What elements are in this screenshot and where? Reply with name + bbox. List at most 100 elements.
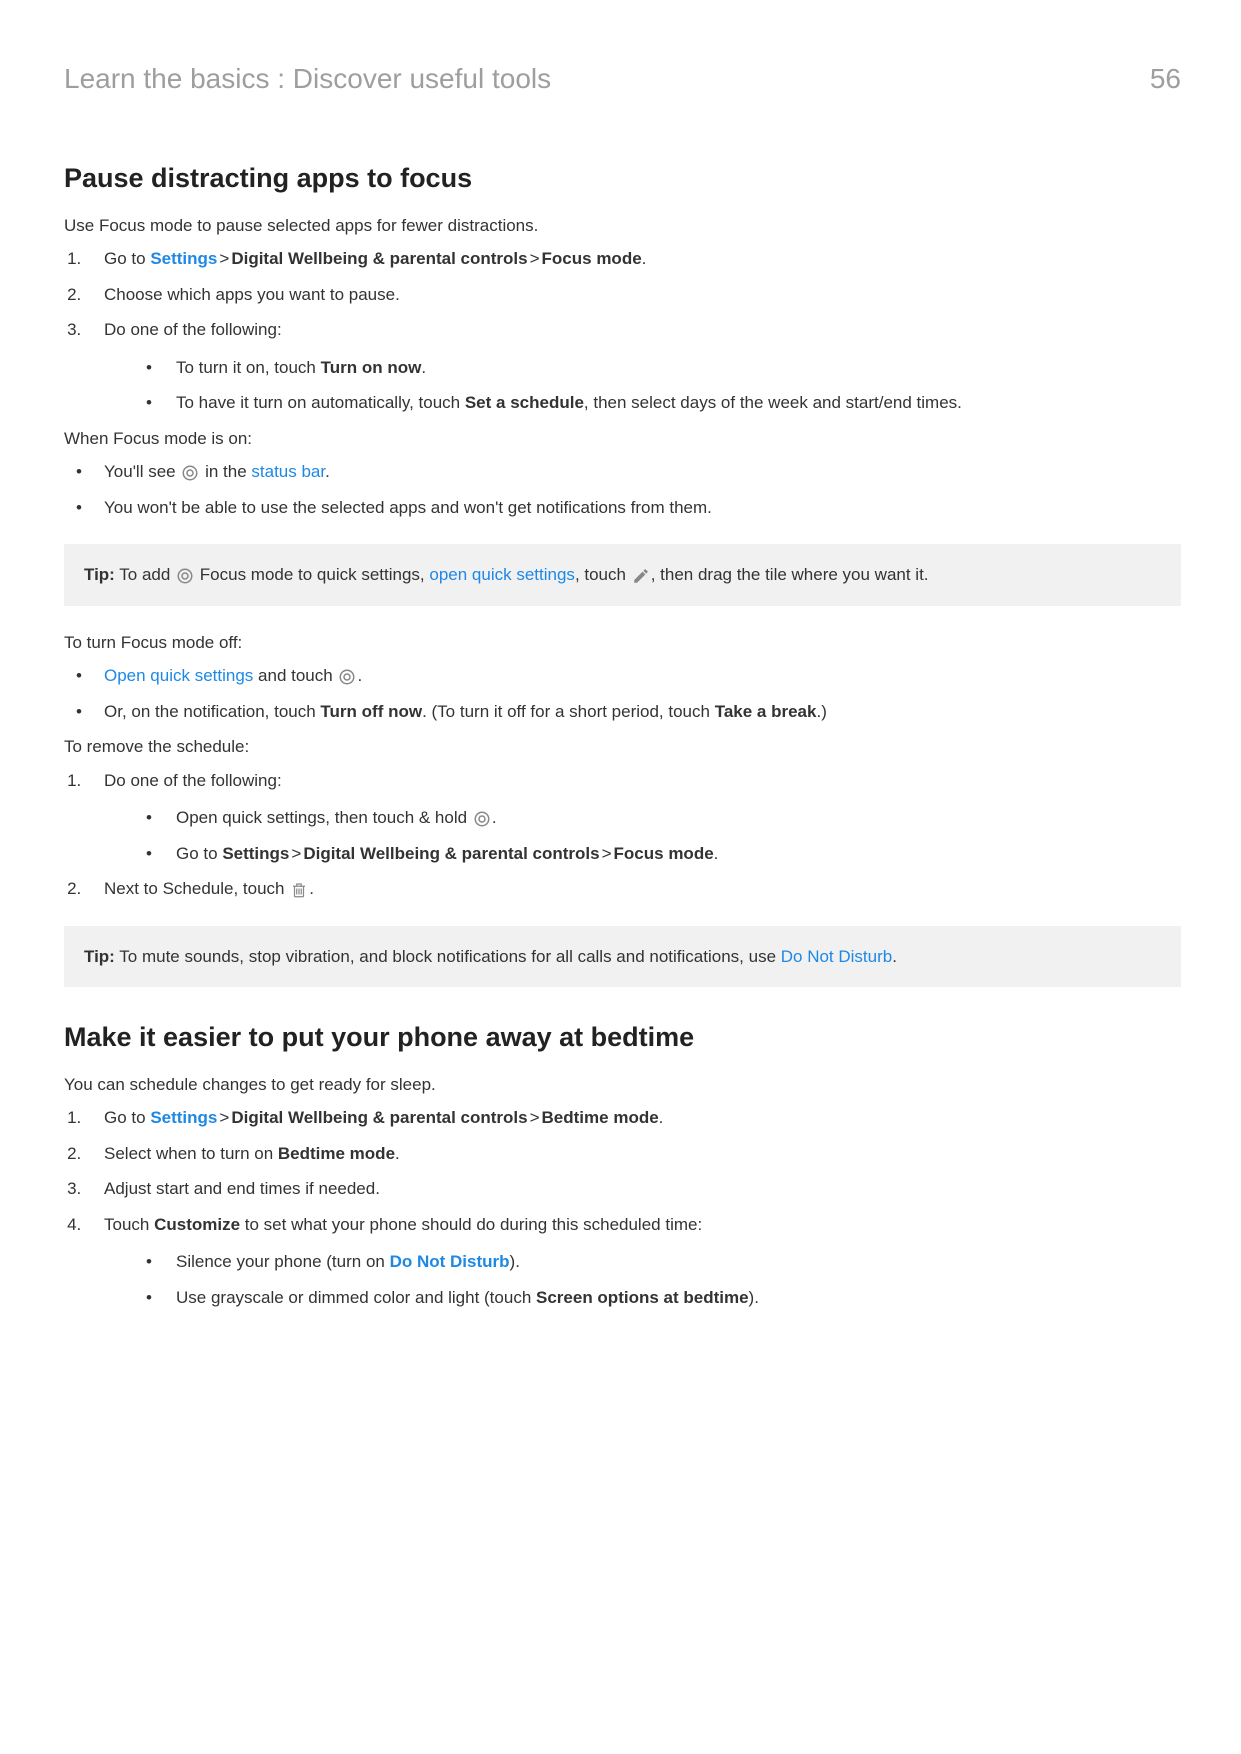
text: . [309, 879, 314, 898]
text: . (To turn it off for a short period, to… [422, 702, 715, 721]
text: , then select days of the week and start… [584, 393, 962, 412]
settings-link[interactable]: Settings [150, 1108, 217, 1127]
list-item: You'll see in the status bar. [64, 459, 1181, 485]
list-item: Go to Settings>Digital Wellbeing & paren… [124, 841, 1181, 867]
list-item: To turn it on, touch Turn on now. [124, 355, 1181, 381]
list-item: Adjust start and end times if needed. [86, 1176, 1181, 1202]
text: When Focus mode is on: [64, 426, 1181, 452]
text: . [492, 808, 497, 827]
chevron-right-text: > [600, 844, 614, 863]
section-title: Make it easier to put your phone away at… [64, 1017, 1181, 1058]
section-intro: Use Focus mode to pause selected apps fo… [64, 213, 1181, 239]
text: To add [115, 565, 175, 584]
text: in the [200, 462, 251, 481]
text-bold: Turn on now [321, 358, 422, 377]
section-title: Pause distracting apps to focus [64, 158, 1181, 199]
breadcrumb: Learn the basics : Discover useful tools [64, 58, 551, 100]
text-bold: Digital Wellbeing & parental controls [303, 844, 599, 863]
text-bold: Screen options at bedtime [536, 1288, 749, 1307]
list-item: Select when to turn on Bedtime mode. [86, 1141, 1181, 1167]
text: . [357, 666, 362, 685]
text: Or, on the notification, touch [104, 702, 320, 721]
chevron-right-text: > [217, 1108, 231, 1127]
edit-pencil-icon [632, 567, 650, 585]
section-focus-mode: Pause distracting apps to focus Use Focu… [64, 158, 1181, 987]
text: Focus mode to quick settings, [195, 565, 429, 584]
text: .) [816, 702, 826, 721]
tip-label: Tip: [84, 565, 115, 584]
text: ). [749, 1288, 759, 1307]
text: Do one of the following: [104, 320, 282, 339]
text: . [714, 844, 719, 863]
chevron-right-text: > [528, 249, 542, 268]
focus-mode-icon [176, 567, 194, 585]
chevron-right-text: > [289, 844, 303, 863]
text: . [659, 1108, 664, 1127]
text: . [325, 462, 330, 481]
text-bold: Digital Wellbeing & parental controls [231, 249, 527, 268]
focus-mode-icon [338, 668, 356, 686]
text: Go to [104, 249, 150, 268]
text-bold: Bedtime mode [278, 1144, 395, 1163]
page-number: 56 [1150, 58, 1181, 100]
text: Go to [104, 1108, 150, 1127]
text: You'll see [104, 462, 180, 481]
text-bold: Take a break [715, 702, 817, 721]
open-quick-settings-link[interactable]: open quick settings [429, 565, 575, 584]
text: Open quick settings, then touch & hold [176, 808, 472, 827]
tip-box: Tip: To add Focus mode to quick settings… [64, 544, 1181, 606]
focus-mode-icon [181, 464, 199, 482]
list-item: Next to Schedule, touch . [86, 876, 1181, 902]
text: Use grayscale or dimmed color and light … [176, 1288, 536, 1307]
text: , then drag the tile where you want it. [651, 565, 929, 584]
text-bold: Settings [222, 844, 289, 863]
sub-list: To turn it on, touch Turn on now. To hav… [124, 355, 1181, 416]
list-item: Use grayscale or dimmed color and light … [124, 1285, 1181, 1311]
text: To turn Focus mode off: [64, 630, 1181, 656]
list-item: Touch Customize to set what your phone s… [86, 1212, 1181, 1311]
turn-off-list: Open quick settings and touch . Or, on t… [64, 663, 1181, 724]
text: Do one of the following: [104, 771, 282, 790]
chevron-right-text: > [528, 1108, 542, 1127]
text: Go to [176, 844, 222, 863]
bedtime-steps: Go to Settings>Digital Wellbeing & paren… [64, 1105, 1181, 1310]
text: . [421, 358, 426, 377]
tip-box: Tip: To mute sounds, stop vibration, and… [64, 926, 1181, 988]
do-not-disturb-link[interactable]: Do Not Disturb [390, 1252, 510, 1271]
text-bold: Focus mode [542, 249, 642, 268]
text-bold: Focus mode [614, 844, 714, 863]
text: and touch [253, 666, 337, 685]
list-item: Do one of the following: To turn it on, … [86, 317, 1181, 416]
text: To mute sounds, stop vibration, and bloc… [115, 947, 781, 966]
do-not-disturb-link[interactable]: Do Not Disturb [781, 947, 892, 966]
when-on-list: You'll see in the status bar. You won't … [64, 459, 1181, 520]
focus-mode-icon [473, 810, 491, 828]
list-item: Open quick settings and touch . [64, 663, 1181, 689]
list-item: Do one of the following: Open quick sett… [86, 768, 1181, 867]
status-bar-link[interactable]: status bar [251, 462, 325, 481]
list-item: You won't be able to use the selected ap… [64, 495, 1181, 521]
open-quick-settings-link[interactable]: Open quick settings [104, 666, 253, 685]
tip-label: Tip: [84, 947, 115, 966]
focus-setup-steps: Go to Settings >Digital Wellbeing & paren… [64, 246, 1181, 416]
text: Touch [104, 1215, 154, 1234]
text-bold: Set a schedule [465, 393, 584, 412]
list-item: To have it turn on automatically, touch … [124, 390, 1181, 416]
text: ). [510, 1252, 520, 1271]
list-item: Or, on the notification, touch Turn off … [64, 699, 1181, 725]
sub-list: Open quick settings, then touch & hold .… [124, 805, 1181, 866]
settings-link[interactable]: Settings [150, 249, 217, 268]
sub-list: Silence your phone (turn on Do Not Distu… [124, 1249, 1181, 1310]
section-intro: You can schedule changes to get ready fo… [64, 1072, 1181, 1098]
list-item: Go to Settings >Digital Wellbeing & paren… [86, 246, 1181, 272]
text-bold: Customize [154, 1215, 240, 1234]
text: . [642, 249, 647, 268]
text-bold: Turn off now [320, 702, 422, 721]
text: to set what your phone should do during … [240, 1215, 702, 1234]
page-header: Learn the basics : Discover useful tools… [64, 58, 1181, 100]
text-bold: Bedtime mode [542, 1108, 659, 1127]
text: Select when to turn on [104, 1144, 278, 1163]
text: To remove the schedule: [64, 734, 1181, 760]
text: To turn it on, touch [176, 358, 321, 377]
text: To have it turn on automatically, touch [176, 393, 465, 412]
